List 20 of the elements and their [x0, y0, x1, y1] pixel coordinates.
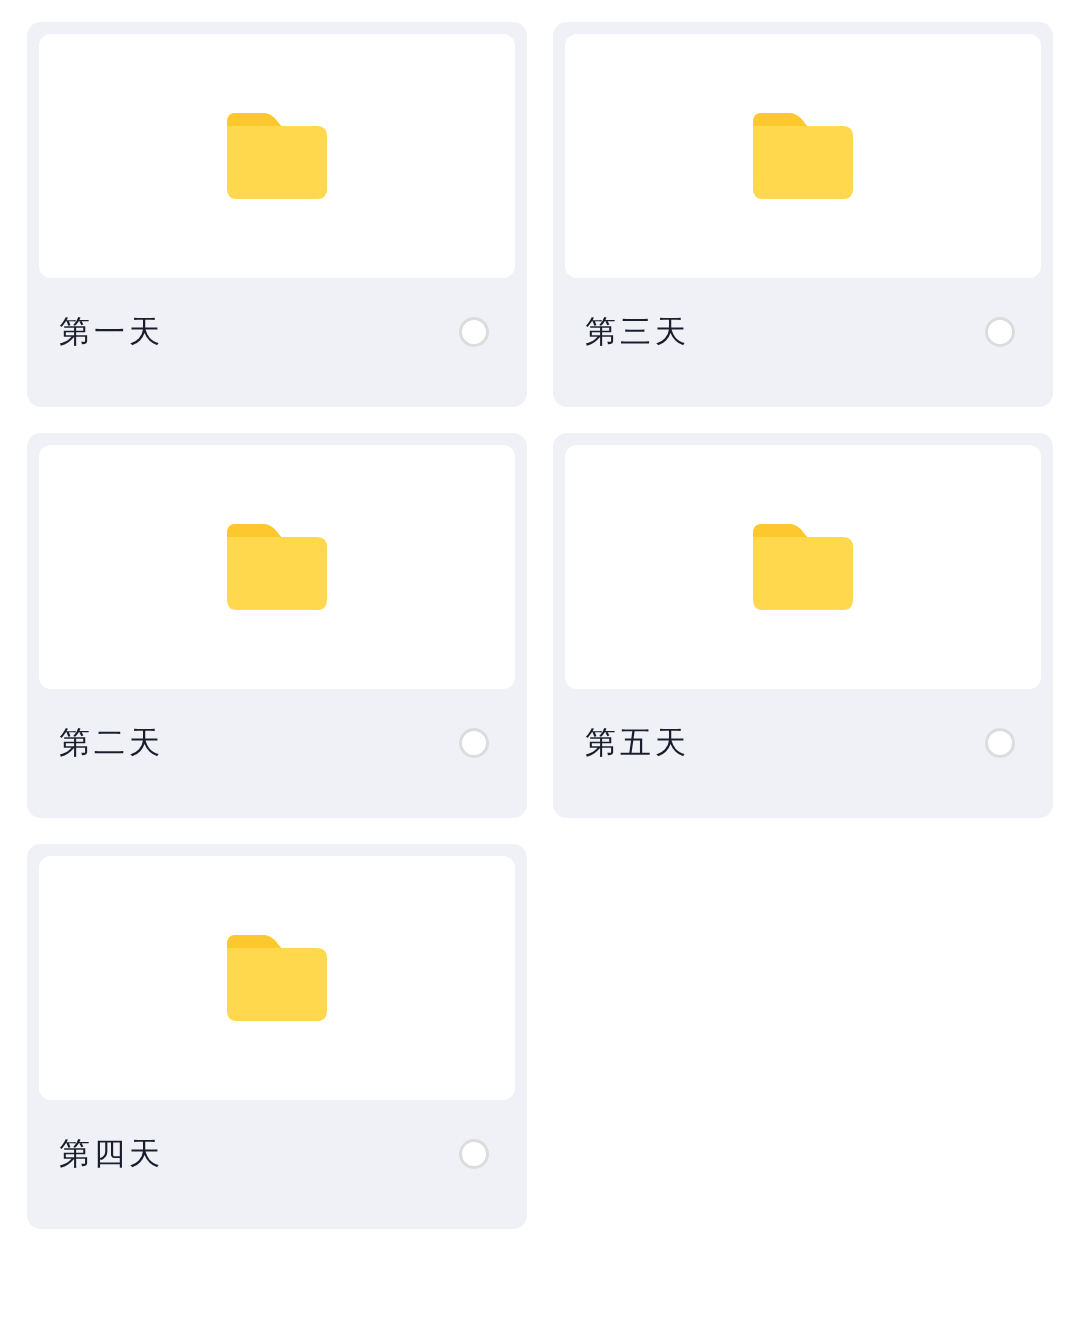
folder-card[interactable]: 第四天	[27, 844, 527, 1229]
radio-button[interactable]	[985, 316, 1015, 347]
folder-name: 第五天	[585, 722, 690, 762]
folder-name: 第三天	[585, 311, 690, 351]
folder-icon	[225, 933, 329, 1023]
folder-name: 第二天	[59, 722, 164, 762]
radio-button[interactable]	[459, 1138, 489, 1169]
folder-card[interactable]: 第五天	[553, 433, 1053, 818]
folder-card[interactable]: 第一天	[27, 22, 527, 407]
radio-button[interactable]	[459, 316, 489, 347]
radio-button[interactable]	[459, 727, 489, 758]
folder-icon	[751, 522, 855, 612]
folder-icon	[751, 111, 855, 201]
folder-icon	[225, 522, 329, 612]
folder-card[interactable]: 第二天	[27, 433, 527, 818]
folder-card[interactable]: 第三天	[553, 22, 1053, 407]
folder-icon	[225, 111, 329, 201]
folder-name: 第四天	[59, 1133, 164, 1173]
folder-name: 第一天	[59, 311, 164, 351]
radio-button[interactable]	[985, 727, 1015, 758]
